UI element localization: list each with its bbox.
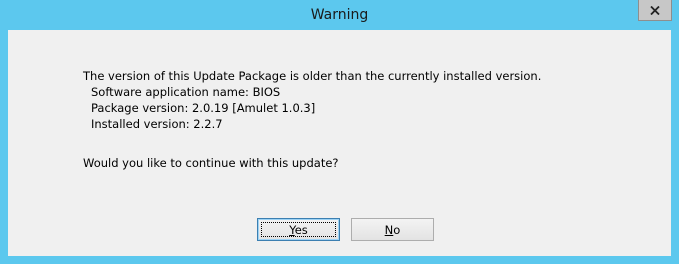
warning-dialog: Warning The version of this Update Packa… [0, 0, 679, 264]
message-intro: The version of this Update Package is ol… [83, 69, 542, 83]
package-version: Package version: 2.0.19 [Amulet 1.0.3] [91, 101, 316, 115]
no-button[interactable]: No [351, 218, 434, 241]
window-title: Warning [310, 7, 369, 23]
installed-version: Installed version: 2.2.7 [91, 117, 223, 131]
yes-button[interactable]: Yes [257, 218, 340, 241]
yes-button-label: Yes [289, 222, 308, 237]
close-x-icon [650, 5, 660, 15]
message-text: The version of this Update Package is ol… [83, 68, 541, 132]
no-button-label: No [384, 222, 401, 237]
title-bar[interactable]: Warning [0, 0, 679, 30]
confirm-question: Would you like to continue with this upd… [83, 156, 339, 170]
software-name: Software application name: BIOS [91, 85, 281, 99]
dialog-body: The version of this Update Package is ol… [8, 30, 671, 256]
close-button[interactable] [638, 0, 672, 21]
